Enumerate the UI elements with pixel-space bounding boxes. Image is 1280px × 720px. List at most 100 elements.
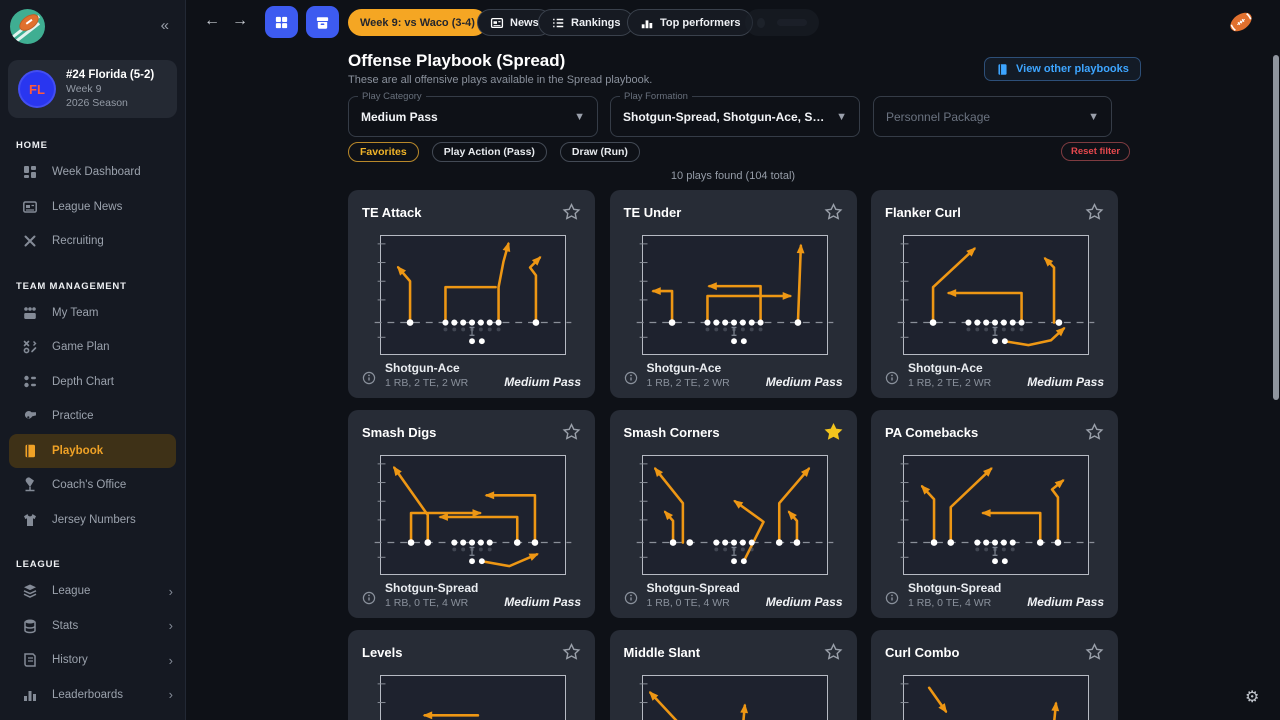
view-other-playbooks-button[interactable]: View other playbooks (984, 57, 1141, 81)
sidebar-item-recruiting[interactable]: Recruiting (0, 224, 185, 259)
play-title: TE Under (624, 203, 682, 220)
play-title: Middle Slant (624, 643, 701, 660)
play-formation-label: Play Formation (620, 91, 692, 102)
sidebar-item-label: Playbook (52, 445, 103, 457)
settings-gear-icon[interactable]: ⚙ (1245, 687, 1259, 707)
page-subtitle: These are all offensive plays available … (348, 74, 652, 86)
play-card[interactable]: TE Under Shotgun-Ace 1 RB, 2 TE, 2 WR Me… (610, 190, 857, 398)
play-title: Levels (362, 643, 402, 660)
play-card[interactable]: Flanker Curl Shotgun-Ace 1 RB, 2 TE, 2 W… (871, 190, 1118, 398)
sidebar-item-history[interactable]: History› (0, 643, 185, 678)
play-formation: Shotgun-Spread (908, 581, 1001, 595)
info-icon[interactable] (885, 591, 899, 605)
play-category: Medium Pass (766, 595, 843, 609)
favorite-star-icon[interactable] (1085, 643, 1104, 661)
sidebar-section-label: LEAGUE (16, 559, 185, 570)
sidebar-item-jersey-numbers[interactable]: Jersey Numbers (0, 503, 185, 538)
play-category-value: Medium Pass (361, 110, 438, 124)
rankings-button[interactable]: Rankings (538, 9, 634, 36)
sidebar-item-stats[interactable]: Stats› (0, 609, 185, 644)
week-game-label: Week 9: vs Waco (3-4) (360, 17, 475, 29)
jersey-icon (22, 512, 38, 528)
app-logo-icon[interactable] (10, 9, 45, 44)
sidebar-item-game-plan[interactable]: Game Plan (0, 330, 185, 365)
back-arrow-button[interactable]: ← (204, 12, 220, 30)
sidebar-item-week-dashboard[interactable]: Week Dashboard (0, 155, 185, 190)
play-title: Flanker Curl (885, 203, 961, 220)
play-card[interactable]: Smash Corners Shotgun-Spread 1 RB, 0 TE,… (610, 410, 857, 618)
play-title: PA Comebacks (885, 423, 978, 440)
football-icon[interactable] (1226, 7, 1256, 37)
top-performers-button[interactable]: Top performers (627, 9, 753, 36)
sidebar-item-practice[interactable]: Practice (0, 399, 185, 434)
favorite-star-icon[interactable] (1085, 203, 1104, 221)
play-diagram (380, 455, 566, 575)
dashboard-icon (22, 164, 38, 180)
news-icon (22, 199, 38, 215)
info-icon[interactable] (624, 591, 638, 605)
team-icon (22, 305, 38, 321)
favorite-star-icon[interactable] (562, 423, 581, 441)
play-personnel: 1 RB, 2 TE, 2 WR (647, 377, 730, 389)
recruiting-icon (22, 233, 38, 249)
sidebar-item-my-team[interactable]: My Team (0, 296, 185, 331)
play-personnel: 1 RB, 0 TE, 4 WR (647, 597, 740, 609)
favorite-star-icon[interactable] (824, 643, 843, 661)
filter-chip-play-action-pass-[interactable]: Play Action (Pass) (432, 142, 547, 162)
play-card[interactable]: Middle Slant (610, 630, 857, 720)
sidebar-item-playbook[interactable]: Playbook (9, 434, 176, 469)
favorite-star-icon[interactable] (1085, 423, 1104, 441)
forward-arrow-button[interactable]: → (232, 12, 248, 30)
sidebar-item-label: League News (52, 201, 122, 213)
favorite-star-icon[interactable] (562, 643, 581, 661)
play-card[interactable]: Curl Combo (871, 630, 1118, 720)
play-category-select[interactable]: Play Category Medium Pass ▼ (348, 96, 598, 137)
chevron-down-icon: ▼ (1088, 111, 1099, 123)
play-title: Smash Corners (624, 423, 720, 440)
play-card[interactable]: Smash Digs Shotgun-Spread 1 RB, 0 TE, 4 … (348, 410, 595, 618)
sidebar-item-label: Practice (52, 410, 94, 422)
personnel-package-select[interactable]: Personnel Package ▼ (873, 96, 1112, 137)
play-card[interactable]: PA Comebacks Shotgun-Spread 1 RB, 0 TE, … (871, 410, 1118, 618)
chevron-right-icon: › (169, 687, 173, 702)
team-card[interactable]: FL #24 Florida (5-2) Week 9 2026 Season (8, 60, 177, 118)
team-week: Week 9 (66, 83, 154, 95)
filter-chip-draw-run-[interactable]: Draw (Run) (560, 142, 640, 162)
favorite-star-icon[interactable] (824, 203, 843, 221)
info-icon[interactable] (624, 371, 638, 385)
sidebar-collapse-button[interactable]: « (161, 17, 169, 34)
plays-count: 10 plays found (104 total) (348, 170, 1118, 182)
play-formation: Shotgun-Spread (647, 581, 740, 595)
favorite-star-icon[interactable] (562, 203, 581, 221)
info-icon[interactable] (362, 371, 376, 385)
page-title: Offense Playbook (Spread) (348, 51, 565, 71)
info-icon[interactable] (885, 371, 899, 385)
sidebar-item-label: Week Dashboard (52, 166, 141, 178)
sidebar-item-league[interactable]: League› (0, 574, 185, 609)
reset-filter-button[interactable]: Reset filter (1061, 142, 1130, 161)
play-card[interactable]: TE Attack Shotgun-Ace 1 RB, 2 TE, 2 WR M… (348, 190, 595, 398)
sidebar-item-coach-s-office[interactable]: Coach's Office (0, 468, 185, 503)
play-card[interactable]: Levels (348, 630, 595, 720)
sidebar-item-league-news[interactable]: League News (0, 190, 185, 225)
filter-chip-favorites[interactable]: Favorites (348, 142, 419, 162)
play-diagram (642, 455, 828, 575)
info-icon[interactable] (362, 591, 376, 605)
favorite-star-icon[interactable] (824, 423, 843, 441)
play-formation-select[interactable]: Play Formation Shotgun-Spread, Shotgun-A… (610, 96, 860, 137)
play-diagram (903, 235, 1089, 355)
sidebar-section-label: TEAM MANAGEMENT (16, 281, 185, 292)
top-performers-label: Top performers (660, 17, 740, 29)
archive-button[interactable] (306, 6, 339, 38)
playbook-icon (22, 443, 38, 459)
week-game-button[interactable]: Week 9: vs Waco (3-4) (348, 9, 487, 36)
office-icon (22, 477, 38, 493)
sidebar-item-depth-chart[interactable]: Depth Chart (0, 365, 185, 400)
play-diagram (642, 235, 828, 355)
sidebar-section-label: HOME (16, 140, 185, 151)
sidebar: « FL #24 Florida (5-2) Week 9 2026 Seaso… (0, 0, 186, 720)
sidebar-item-leaderboards[interactable]: Leaderboards› (0, 678, 185, 713)
vertical-scrollbar[interactable] (1273, 55, 1279, 400)
dashboard-grid-button[interactable] (265, 6, 298, 38)
grid-icon (274, 15, 289, 30)
